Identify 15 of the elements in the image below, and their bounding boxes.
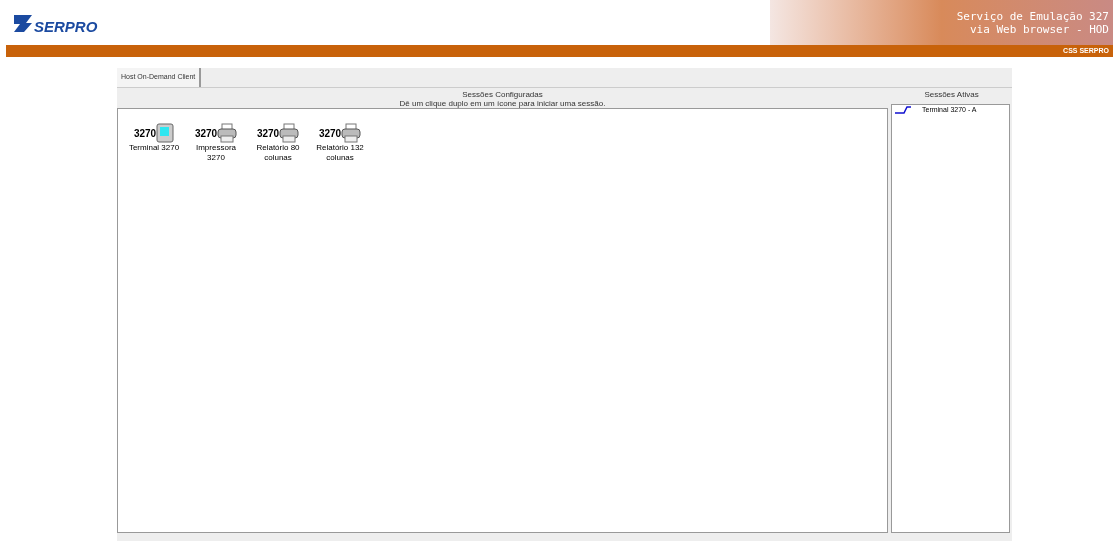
session-item[interactable]: 3270 Relatório 132 colunas [310,123,370,163]
printer-icon [279,123,300,143]
printer-icon [217,123,238,143]
session-item[interactable]: 3270 Relatório 80 colunas [248,123,308,163]
terminal-icon [156,123,175,143]
header-title: via Web browser - HOD [969,22,1109,36]
session-item[interactable]: 3270 Terminal 3270 [124,123,184,153]
header-title: Serviço de Emulação 327 [956,9,1109,23]
session-item[interactable]: 3270 Impressora 3270 [186,123,246,163]
serpro-logo: SERPRO [12,11,98,34]
section-title: Sessões Ativas [923,90,980,99]
section-title: Sessões Configuradas [461,90,544,99]
lightning-icon [894,106,912,115]
instruction-text: Dê um clique duplo em um ícone para iniciar uma sessão. [398,99,607,108]
printer-icon [341,123,362,143]
